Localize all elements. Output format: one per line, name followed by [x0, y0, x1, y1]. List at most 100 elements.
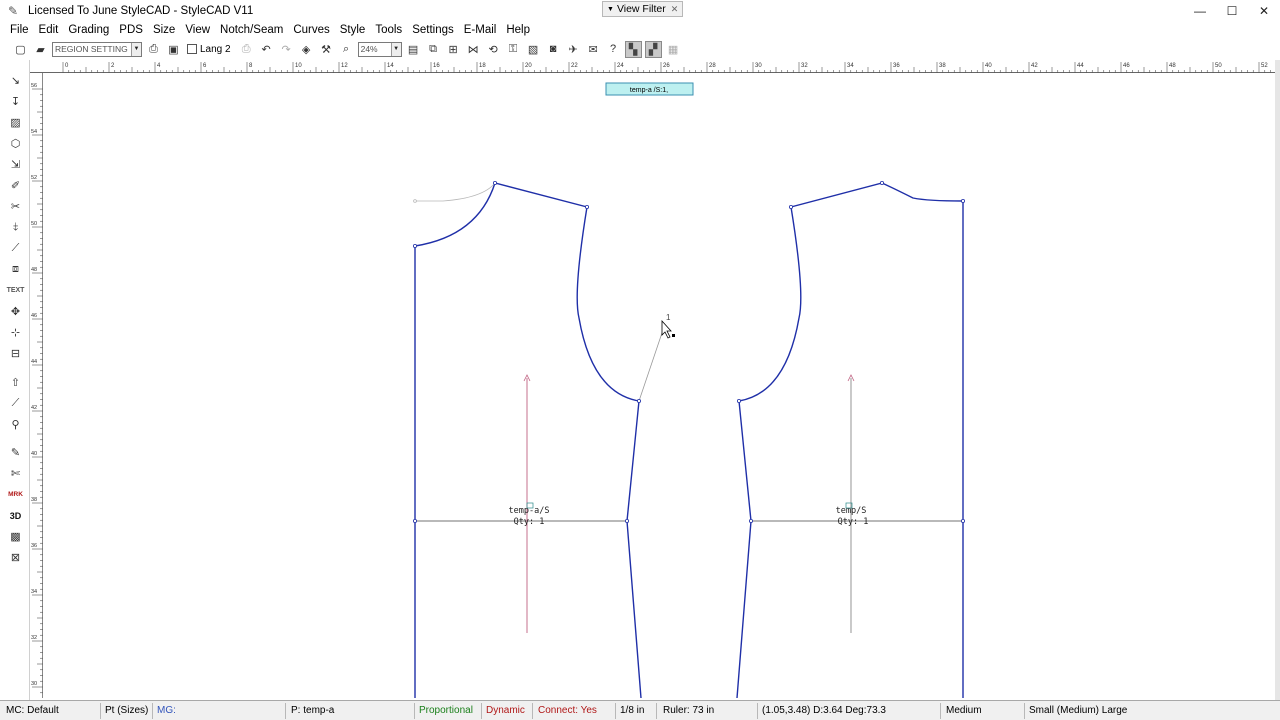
ruler-label: 36: [31, 543, 37, 549]
status-proportional[interactable]: Proportional: [419, 704, 473, 718]
redo-icon[interactable]: ↷: [278, 41, 295, 58]
save-icon[interactable]: ▣: [165, 41, 182, 58]
app-icon: ✎: [8, 3, 19, 18]
notch-tool-icon[interactable]: ⊹: [7, 324, 24, 341]
status-separator: [656, 703, 657, 719]
grade-tool-icon[interactable]: ⧈: [7, 261, 24, 278]
menu-view[interactable]: View: [180, 21, 215, 39]
up-arrow-icon[interactable]: ⇧: [7, 374, 24, 391]
status-size: Medium: [946, 705, 982, 716]
rotate-icon[interactable]: ⟲: [485, 41, 502, 58]
chevron-down-icon: ▼: [390, 42, 401, 56]
region-setting-select[interactable]: REGION SETTING ▼: [52, 41, 142, 57]
right-piece-outline[interactable]: [736, 182, 964, 698]
open-folder-icon[interactable]: ▰: [32, 41, 49, 58]
menu-settings[interactable]: Settings: [407, 21, 459, 39]
point-move-icon[interactable]: ⤈: [7, 219, 24, 236]
status-dynamic[interactable]: Dynamic: [486, 704, 525, 718]
piece-tag-label: temp-a /S:1,: [630, 87, 668, 94]
ruler-label: 2: [111, 63, 115, 69]
close-icon[interactable]: ✕: [671, 4, 679, 15]
scissors-icon[interactable]: ✄: [7, 465, 24, 482]
status-connect[interactable]: Connect: Yes: [538, 704, 597, 718]
menu-email[interactable]: E-Mail: [459, 21, 502, 39]
pattern-drawing: temp-a /S:1, temp-a/S Qty: 1 temp/S Qty:…: [412, 82, 966, 698]
measure-tool-icon[interactable]: ⇲: [7, 156, 24, 173]
anchor-tool-icon[interactable]: ⚲: [7, 416, 24, 433]
lock-icon[interactable]: ⚿: [505, 41, 522, 58]
ruler-label: 34: [31, 589, 37, 595]
ruler-label: 46: [1123, 63, 1130, 69]
ruler-label: 42: [1031, 63, 1038, 69]
dart-tool-icon[interactable]: ⟋: [7, 395, 24, 412]
menu-grading[interactable]: Grading: [63, 21, 114, 39]
mirror-icon[interactable]: ⋈: [465, 41, 482, 58]
status-separator: [615, 703, 616, 719]
zoom-icon[interactable]: ⌕: [338, 41, 355, 58]
menu-curves[interactable]: Curves: [288, 21, 334, 39]
shapes-icon[interactable]: ◈: [298, 41, 315, 58]
line-tool-icon[interactable]: ↧: [7, 93, 24, 110]
shape-tool-icon[interactable]: ⬡: [7, 135, 24, 152]
status-separator: [414, 703, 415, 719]
ruler-label: 54: [31, 129, 37, 135]
sewing-tool-icon[interactable]: ⊠: [7, 549, 24, 566]
menu-size[interactable]: Size: [148, 21, 180, 39]
right-edge-scroll[interactable]: [1275, 60, 1280, 700]
new-file-icon[interactable]: ▢: [12, 41, 29, 58]
close-button[interactable]: ✕: [1248, 0, 1280, 21]
three-d-view-icon[interactable]: 3D: [7, 507, 24, 524]
layout-b-icon[interactable]: ▞: [644, 40, 662, 58]
help-icon[interactable]: ?: [605, 41, 622, 58]
ruler-label: 22: [571, 63, 578, 69]
layout-a-icon[interactable]: ▚: [624, 40, 642, 58]
marker-tool-icon[interactable]: MRK: [7, 486, 24, 503]
ruler-label: 38: [31, 497, 37, 503]
menu-help[interactable]: Help: [501, 21, 535, 39]
status-separator: [532, 703, 533, 719]
email-icon[interactable]: ✉: [585, 41, 602, 58]
undo-icon[interactable]: ↶: [258, 41, 275, 58]
camera-icon[interactable]: ◙: [545, 41, 562, 58]
dropdown-arrow-icon: ▼: [607, 5, 614, 13]
minimize-button[interactable]: —: [1184, 0, 1216, 21]
needle-tool-icon[interactable]: ⟋: [7, 240, 24, 257]
image-icon[interactable]: ▧: [525, 41, 542, 58]
layout-c-icon[interactable]: ▦: [665, 41, 682, 58]
ruler-label: 52: [1261, 63, 1268, 69]
menu-tools[interactable]: Tools: [370, 21, 407, 39]
satellite-icon[interactable]: ✈: [565, 41, 582, 58]
text-tool-icon[interactable]: TEXT: [7, 282, 25, 299]
move-tool-icon[interactable]: ✥: [7, 303, 24, 320]
menu-notch-seam[interactable]: Notch/Seam: [215, 21, 288, 39]
maximize-button[interactable]: ☐: [1216, 0, 1248, 21]
seam-tool-icon[interactable]: ⊟: [7, 345, 24, 362]
hammer-icon[interactable]: ⚒: [318, 41, 335, 58]
select-point-icon[interactable]: ↘: [7, 72, 24, 89]
left-piece-outline[interactable]: [414, 182, 642, 698]
status-ruler: Ruler: 73 in: [663, 705, 715, 716]
left-piece-ghost-neckline: [415, 182, 496, 202]
menu-bar: File Edit Grading PDS Size View Notch/Se…: [0, 21, 1280, 39]
piece-list-icon[interactable]: ▤: [405, 41, 422, 58]
window-controls: — ☐ ✕: [1184, 0, 1280, 21]
status-separator: [1024, 703, 1025, 719]
left-piece-name: temp-a/S: [509, 506, 550, 516]
drawing-canvas[interactable]: temp-a /S:1, temp-a/S Qty: 1 temp/S Qty:…: [43, 73, 1275, 698]
menu-pds[interactable]: PDS: [114, 21, 148, 39]
piece-stack-icon[interactable]: ⊞: [445, 41, 462, 58]
piece-tool-icon[interactable]: ▨: [7, 114, 24, 131]
piece-copy-icon[interactable]: ⧉: [425, 41, 442, 58]
pen-tool-icon[interactable]: ✐: [7, 177, 24, 194]
zoom-select[interactable]: 24% ▼: [357, 41, 402, 57]
print-icon[interactable]: ⎙: [238, 41, 255, 58]
lang-checkbox[interactable]: [187, 44, 197, 54]
menu-file[interactable]: File: [5, 21, 34, 39]
pencil-icon[interactable]: ✎: [7, 444, 24, 461]
print-setup-icon[interactable]: ⎙: [145, 41, 162, 58]
cut-tool-icon[interactable]: ✂: [7, 198, 24, 215]
menu-edit[interactable]: Edit: [34, 21, 64, 39]
checker-pattern-icon[interactable]: ▩: [7, 528, 24, 545]
menu-style[interactable]: Style: [335, 21, 371, 39]
view-filter-button[interactable]: ▼ View Filter ✕: [602, 1, 684, 17]
